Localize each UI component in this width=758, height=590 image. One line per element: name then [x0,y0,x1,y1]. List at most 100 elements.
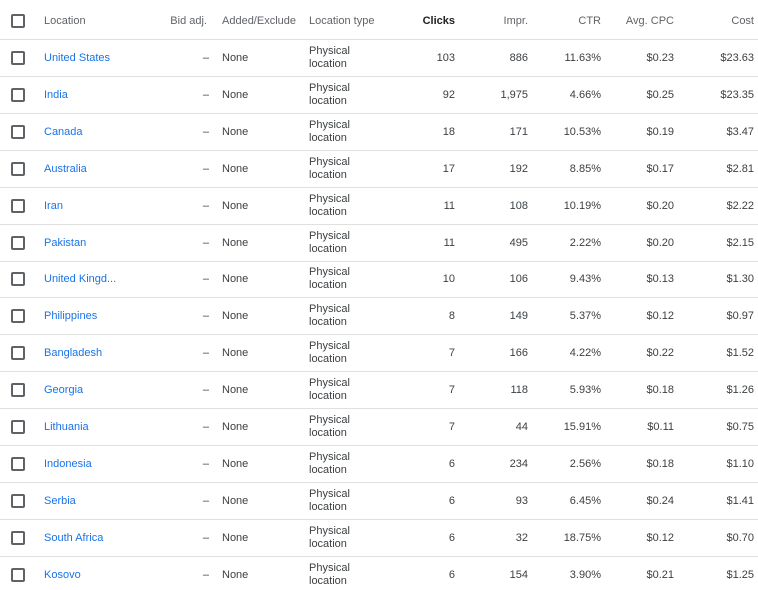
location-link[interactable]: Serbia [44,495,76,507]
ctr-cell: 2.56% [569,457,601,470]
bid-adj-cell: – [202,347,209,360]
header-ctr[interactable]: CTR [540,3,601,39]
avg-cpc-cell: $0.17 [646,162,674,175]
clicks-cell: 6 [448,568,455,581]
location-link[interactable]: United Kingd... [44,273,116,285]
table-row: Bangladesh – None Physical location 7 166 4.22… [0,335,758,373]
bid-adj-cell: – [202,531,209,544]
impr-cell: 154 [509,568,528,581]
bid-adj-cell: – [202,125,209,138]
row-checkbox[interactable] [11,567,25,582]
row-checkbox-cell [11,335,25,371]
row-checkbox-cell [11,114,25,150]
header-location[interactable]: Location [44,3,164,39]
bid-adj-cell: – [202,310,209,323]
row-checkbox[interactable] [11,456,25,471]
locations-table: Location Bid adj. Added/Exclude Location… [0,0,758,590]
location-type-cell: Physical location [309,261,389,297]
location-link[interactable]: Philippines [44,310,97,322]
location-link[interactable]: Georgia [44,384,83,396]
location-link[interactable]: South Africa [44,532,103,544]
avg-cpc-cell: $0.20 [646,236,674,249]
location-link[interactable]: Lithuania [44,421,89,433]
avg-cpc-cell: $0.18 [646,457,674,470]
avg-cpc-cell: $0.12 [646,310,674,323]
row-checkbox[interactable] [11,309,25,324]
avg-cpc-cell: $0.13 [646,273,674,286]
clicks-cell: 7 [448,421,455,433]
cost-cell: $1.52 [726,347,754,360]
location-type-text: Physical location [309,229,350,255]
row-checkbox-cell [11,557,25,590]
header-location-type[interactable]: Location type [309,3,389,39]
added-exclude-cell: None [222,52,249,64]
row-checkbox[interactable] [11,383,25,398]
location-link[interactable]: Iran [44,200,63,212]
location-cell: Kosovo [44,557,164,590]
cost-cell: $0.75 [726,421,754,433]
header-avg-cpc[interactable]: Avg. CPC [610,3,674,39]
row-checkbox[interactable] [11,420,25,434]
row-checkbox[interactable] [11,161,25,176]
clicks-cell: 103 [436,52,455,64]
row-checkbox-cell [11,483,25,519]
location-type-text: Physical location [309,266,350,292]
impr-cell: 886 [509,52,528,64]
location-link[interactable]: India [44,89,68,101]
row-checkbox[interactable] [11,51,25,65]
table-row: South Africa – None Physical location 6 32 18.… [0,520,758,557]
row-checkbox[interactable] [11,235,25,250]
row-checkbox[interactable] [11,198,25,213]
table-row: Lithuania – None Physical location 7 44 15.91%… [0,409,758,446]
location-link[interactable]: Australia [44,163,87,175]
location-link[interactable]: Canada [44,126,83,138]
table-row: Serbia – None Physical location 6 93 6.45% $0.2… [0,483,758,520]
row-checkbox-cell [11,188,25,224]
row-checkbox[interactable] [11,493,25,508]
header-cost[interactable]: Cost [690,3,754,39]
location-type-cell: Physical location [309,335,389,371]
ctr-cell: 18.75% [563,531,601,544]
added-exclude-cell: None [222,531,249,544]
header-bid-adj[interactable]: Bid adj. [160,3,207,39]
ctr-cell: 5.93% [569,384,601,397]
header-added-exclude[interactable]: Added/Exclude [222,3,302,39]
row-checkbox[interactable] [11,124,25,139]
select-all-checkbox[interactable] [11,14,25,28]
ctr-cell: 9.43% [569,273,601,286]
impr-cell: 44 [515,421,528,433]
location-type-text: Physical location [309,118,350,144]
location-cell: India [44,77,164,113]
row-checkbox-cell [11,225,25,261]
location-link[interactable]: Indonesia [44,458,92,470]
location-link[interactable]: Kosovo [44,569,81,581]
row-checkbox[interactable] [11,530,25,545]
header-impr[interactable]: Impr. [470,3,528,39]
avg-cpc-cell: $0.19 [646,125,674,138]
impr-cell: 1,975 [500,88,528,101]
location-link[interactable]: Pakistan [44,237,86,249]
location-cell: Indonesia [44,446,164,482]
location-type-cell: Physical location [309,188,389,224]
row-checkbox[interactable] [11,272,25,287]
table-row: Pakistan – None Physical location 11 495 2.22%… [0,225,758,262]
cost-cell: $1.25 [726,568,754,581]
location-link[interactable]: Bangladesh [44,347,102,359]
ctr-cell: 15.91% [563,421,601,433]
bid-adj-cell: – [202,457,209,470]
location-cell: United Kingd... [44,261,164,297]
added-exclude-cell: None [222,457,249,470]
impr-cell: 166 [509,347,528,360]
location-cell: Canada [44,114,164,150]
ctr-cell: 2.22% [569,236,601,249]
avg-cpc-cell: $0.23 [646,52,674,64]
location-link[interactable]: United States [44,52,110,64]
row-checkbox[interactable] [11,346,25,361]
bid-adj-cell: – [202,199,209,212]
row-checkbox[interactable] [11,87,25,102]
header-clicks[interactable]: Clicks [395,3,455,39]
avg-cpc-cell: $0.25 [646,88,674,101]
added-exclude-cell: None [222,421,249,433]
cost-cell: $23.35 [720,88,754,101]
location-type-cell: Physical location [309,225,389,261]
